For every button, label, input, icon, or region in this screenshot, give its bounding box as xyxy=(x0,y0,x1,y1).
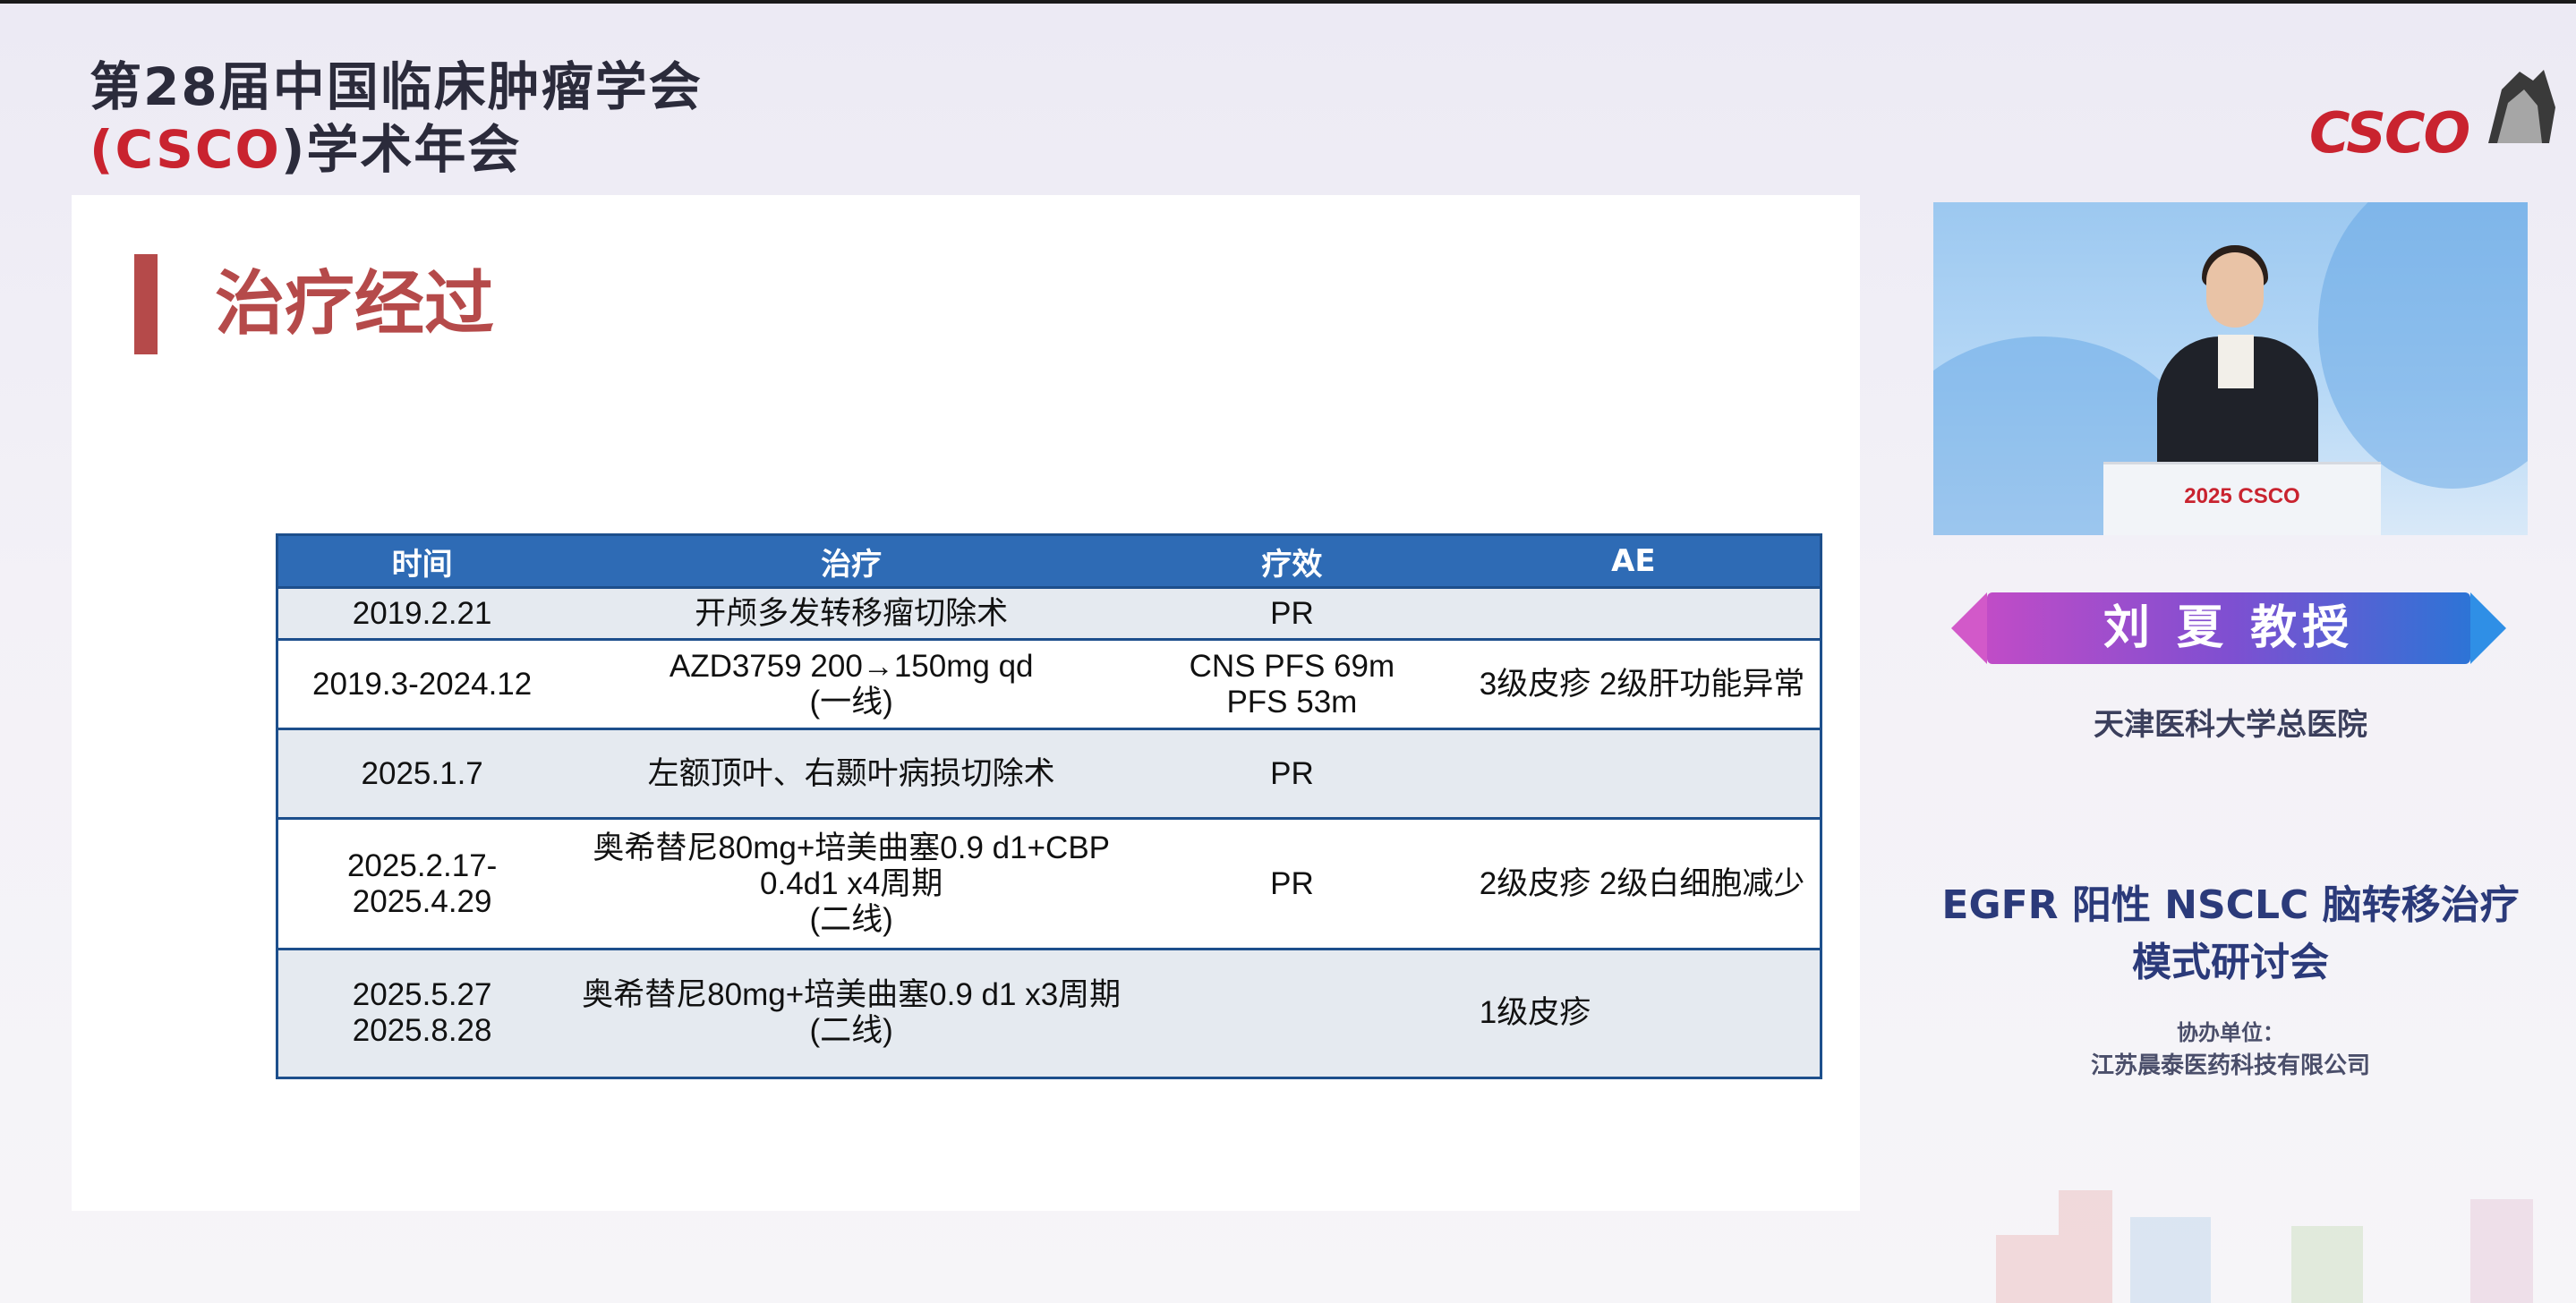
seminar-title-line1: EGFR 阳性 NSCLC 脑转移治疗 xyxy=(1941,882,2520,928)
cell-ae xyxy=(1446,586,1820,640)
cell-treatment: 奥希替尼80mg+培美曲塞0.9 d1 x3周期 (二线) xyxy=(566,948,1138,1077)
paren-open: ( xyxy=(90,119,115,180)
header-effect: 疗效 xyxy=(1137,536,1447,588)
cell-line: 2019.3-2024.12 xyxy=(312,666,533,702)
skyline-decoration xyxy=(2470,1199,2533,1303)
slide-panel: 治疗经过 时间 治疗 疗效 AE 2019.2.21 开颅多发转移瘤切除术 PR xyxy=(72,195,1860,1211)
table-row: 2025.1.7 左额顶叶、右颞叶病损切除术 PR xyxy=(278,728,1820,819)
treatment-table: 时间 治疗 疗效 AE 2019.2.21 开颅多发转移瘤切除术 PR 2019… xyxy=(276,533,1822,1079)
cell-line: 0.4d1 x4周期 xyxy=(760,865,943,901)
header-ae: AE xyxy=(1446,536,1820,588)
cell-line: PR xyxy=(1270,595,1314,631)
cell-effect: CNS PFS 69m PFS 53m xyxy=(1137,638,1447,729)
top-border xyxy=(0,0,2576,4)
skyline-decoration xyxy=(2059,1190,2112,1303)
header-time: 时间 xyxy=(278,536,567,588)
cell-time: 2019.3-2024.12 xyxy=(278,638,567,729)
table-row: 2025.5.27 2025.8.28 奥希替尼80mg+培美曲塞0.9 d1 x… xyxy=(278,948,1820,1077)
cell-treatment: 开颅多发转移瘤切除术 xyxy=(566,586,1138,640)
seminar-title: EGFR 阳性 NSCLC 脑转移治疗 模式研讨会 xyxy=(1915,877,2546,992)
header-treatment: 治疗 xyxy=(566,536,1138,588)
table-row: 2019.2.21 开颅多发转移瘤切除术 PR xyxy=(278,586,1820,640)
cell-line: 奥希替尼80mg+培美曲塞0.9 d1+CBP xyxy=(593,830,1111,865)
cell-line: 2025.8.28 xyxy=(352,1013,492,1049)
cell-line: 2025.4.29 xyxy=(352,883,492,919)
speaker-shirt xyxy=(2218,335,2254,388)
skyline-decoration xyxy=(1996,1235,2059,1303)
co-organizer-name: 江苏晨泰医药科技有限公司 xyxy=(2090,1052,2370,1079)
conference-title: 第28届中国临床肿瘤学会 (CSCO)学术年会 xyxy=(90,55,703,181)
podium: 2025 CSCO xyxy=(2103,462,2381,535)
cell-treatment: AZD3759 200→150mg qd (一线) xyxy=(566,638,1138,729)
conference-title-line1: 第28届中国临床肿瘤学会 xyxy=(90,56,703,117)
cell-line: (二线) xyxy=(809,901,893,937)
cell-effect: PR xyxy=(1137,817,1447,950)
cell-line: 2025.2.17- xyxy=(346,847,498,883)
cell-line: 2025.1.7 xyxy=(361,755,483,791)
speaker-video: 2025 CSCO xyxy=(1933,202,2528,535)
skyline-decoration xyxy=(2291,1226,2363,1303)
cell-effect: PR xyxy=(1137,728,1447,819)
cell-effect: PR xyxy=(1137,586,1447,640)
logo-text: CSCO xyxy=(2309,100,2470,166)
csco-logo: CSCO xyxy=(2309,54,2560,170)
cell-line: CNS PFS 69m xyxy=(1189,648,1395,684)
title-accent-bar xyxy=(134,254,158,354)
cell-time: 2025.1.7 xyxy=(278,728,567,819)
csco-abbrev: CSCO xyxy=(115,119,281,180)
cell-time: 2025.2.17- 2025.4.29 xyxy=(278,817,567,950)
conference-title-rest: )学术年会 xyxy=(280,119,522,180)
conference-title-line2: (CSCO)学术年会 xyxy=(90,118,703,181)
cell-line: (一线) xyxy=(809,684,893,720)
cell-line: PR xyxy=(1270,755,1314,791)
cell-time: 2019.2.21 xyxy=(278,586,567,640)
table-row: 2025.2.17- 2025.4.29 奥希替尼80mg+培美曲塞0.9 d1+… xyxy=(278,817,1820,950)
speaker-name-banner: 刘 夏 教授 xyxy=(1951,587,2506,669)
speaker-name: 刘 夏 教授 xyxy=(2103,601,2355,655)
cell-line: PR xyxy=(1270,865,1314,901)
cell-line: 左额顶叶、右颞叶病损切除术 xyxy=(647,755,1055,791)
cell-line: AZD3759 200→150mg qd xyxy=(669,648,1034,684)
co-organizer-label: 协办单位： xyxy=(2177,1020,2284,1045)
podium-text: 2025 CSCO xyxy=(2184,484,2300,508)
cell-ae: 2级皮疹 2级白细胞减少 xyxy=(1446,817,1820,950)
cell-time: 2025.5.27 2025.8.28 xyxy=(278,948,567,1077)
cell-line: PFS 53m xyxy=(1226,684,1358,720)
cell-ae: 1级皮疹 xyxy=(1446,948,1820,1077)
cell-line: 2019.2.21 xyxy=(352,595,492,631)
speaker-hospital: 天津医科大学总医院 xyxy=(2094,707,2367,743)
speaker-head xyxy=(2206,252,2264,328)
skyline-decoration xyxy=(2130,1217,2211,1303)
seminar-title-line2: 模式研讨会 xyxy=(2132,940,2329,985)
table-header-row: 时间 治疗 疗效 AE xyxy=(278,536,1820,588)
cell-line: 开颅多发转移瘤切除术 xyxy=(695,595,1009,631)
cell-line: 奥希替尼80mg+培美曲塞0.9 d1 x3周期 xyxy=(582,977,1122,1013)
cell-effect xyxy=(1137,948,1447,1077)
cell-treatment: 左额顶叶、右颞叶病损切除术 xyxy=(566,728,1138,819)
cell-ae xyxy=(1446,728,1820,819)
backdrop-swirl xyxy=(2318,202,2528,489)
table-row: 2019.3-2024.12 AZD3759 200→150mg qd (一线) … xyxy=(278,638,1820,729)
cell-treatment: 奥希替尼80mg+培美曲塞0.9 d1+CBP 0.4d1 x4周期 (二线) xyxy=(566,817,1138,950)
slide-title: 治疗经过 xyxy=(215,264,495,345)
cell-line: (二线) xyxy=(809,1013,893,1049)
cell-line: 2025.5.27 xyxy=(352,977,492,1013)
cell-ae: 3级皮疹 2级肝功能异常 xyxy=(1446,638,1820,729)
chevron-left-icon xyxy=(1951,592,1987,664)
chevron-right-icon xyxy=(2470,592,2506,664)
